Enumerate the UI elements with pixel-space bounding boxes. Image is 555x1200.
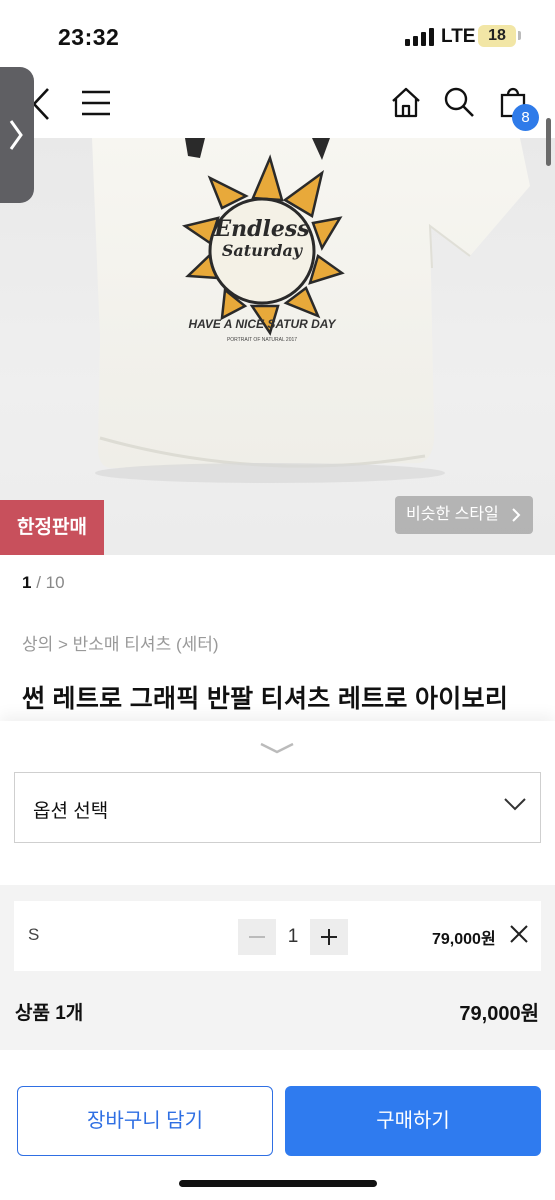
plus-icon [321,929,337,945]
chevron-right-icon [9,120,23,150]
selected-item-row: S 1 79,000원 [14,901,541,971]
chevron-down-icon [504,798,526,811]
item-size: S [28,925,40,944]
total-price: 79,000원 [459,1003,539,1025]
status-time: 23:32 [58,24,120,50]
item-price: 79,000원 [432,931,496,948]
product-title: 썬 레트로 그래픽 반팔 티셔츠 레트로 아이보리 [22,685,509,713]
battery-tip [518,31,521,40]
nav-bar [0,70,555,138]
cart-count-badge: 8 [512,104,539,131]
buy-now-button[interactable]: 구매하기 [285,1086,541,1156]
purchase-sheet: 옵션 선택 S 1 79,000원 상품 1개 79,000원 장바구니 담기 … [0,721,555,1200]
battery-icon: 18 [478,25,516,47]
pager-separator: / [31,573,46,592]
scrollbar[interactable] [546,118,551,166]
close-icon[interactable] [508,923,530,945]
print-line-4: PORTRAIT OF NATURAL 2017 [227,337,297,343]
print-line-1: Endless [213,216,309,242]
search-icon[interactable] [443,86,475,118]
option-select[interactable]: 옵션 선택 [14,772,541,843]
collapse-chevron-icon[interactable] [259,741,295,755]
total-count-label: 상품 1개 [15,1003,84,1024]
similar-style-button[interactable]: 비슷한 스타일 [395,496,533,534]
tshirt-image: Endless Saturday HAVE A NICE SATUR DAY P… [92,138,530,483]
print-line-2: Saturday [222,241,304,260]
add-to-cart-button[interactable]: 장바구니 담기 [17,1086,273,1156]
breadcrumb[interactable]: 상의 > 반소매 티셔츠 (세터) [22,630,219,655]
chevron-right-icon [512,508,521,522]
status-bar: 23:32 LTE 18 [0,0,555,70]
quantity-stepper: 1 [238,919,348,955]
menu-icon[interactable] [82,90,110,116]
side-panel-handle[interactable] [0,67,34,203]
product-image[interactable]: Endless Saturday HAVE A NICE SATUR DAY P… [0,138,555,555]
print-line-3: HAVE A NICE SATUR DAY [188,317,336,331]
similar-style-label: 비슷한 스타일 [406,506,499,523]
image-pager: 1 / 10 [22,573,65,593]
network-label: LTE [441,26,476,47]
limited-sale-badge: 한정판매 [0,500,104,555]
option-select-label: 옵션 선택 [33,801,109,822]
increase-button[interactable] [310,919,348,955]
quantity-value[interactable]: 1 [276,919,310,955]
decrease-button[interactable] [238,919,276,955]
minus-icon [249,936,265,938]
total-pages: 10 [45,573,65,592]
home-icon[interactable] [390,86,422,118]
home-indicator[interactable] [179,1180,377,1187]
signal-icon [405,28,437,46]
